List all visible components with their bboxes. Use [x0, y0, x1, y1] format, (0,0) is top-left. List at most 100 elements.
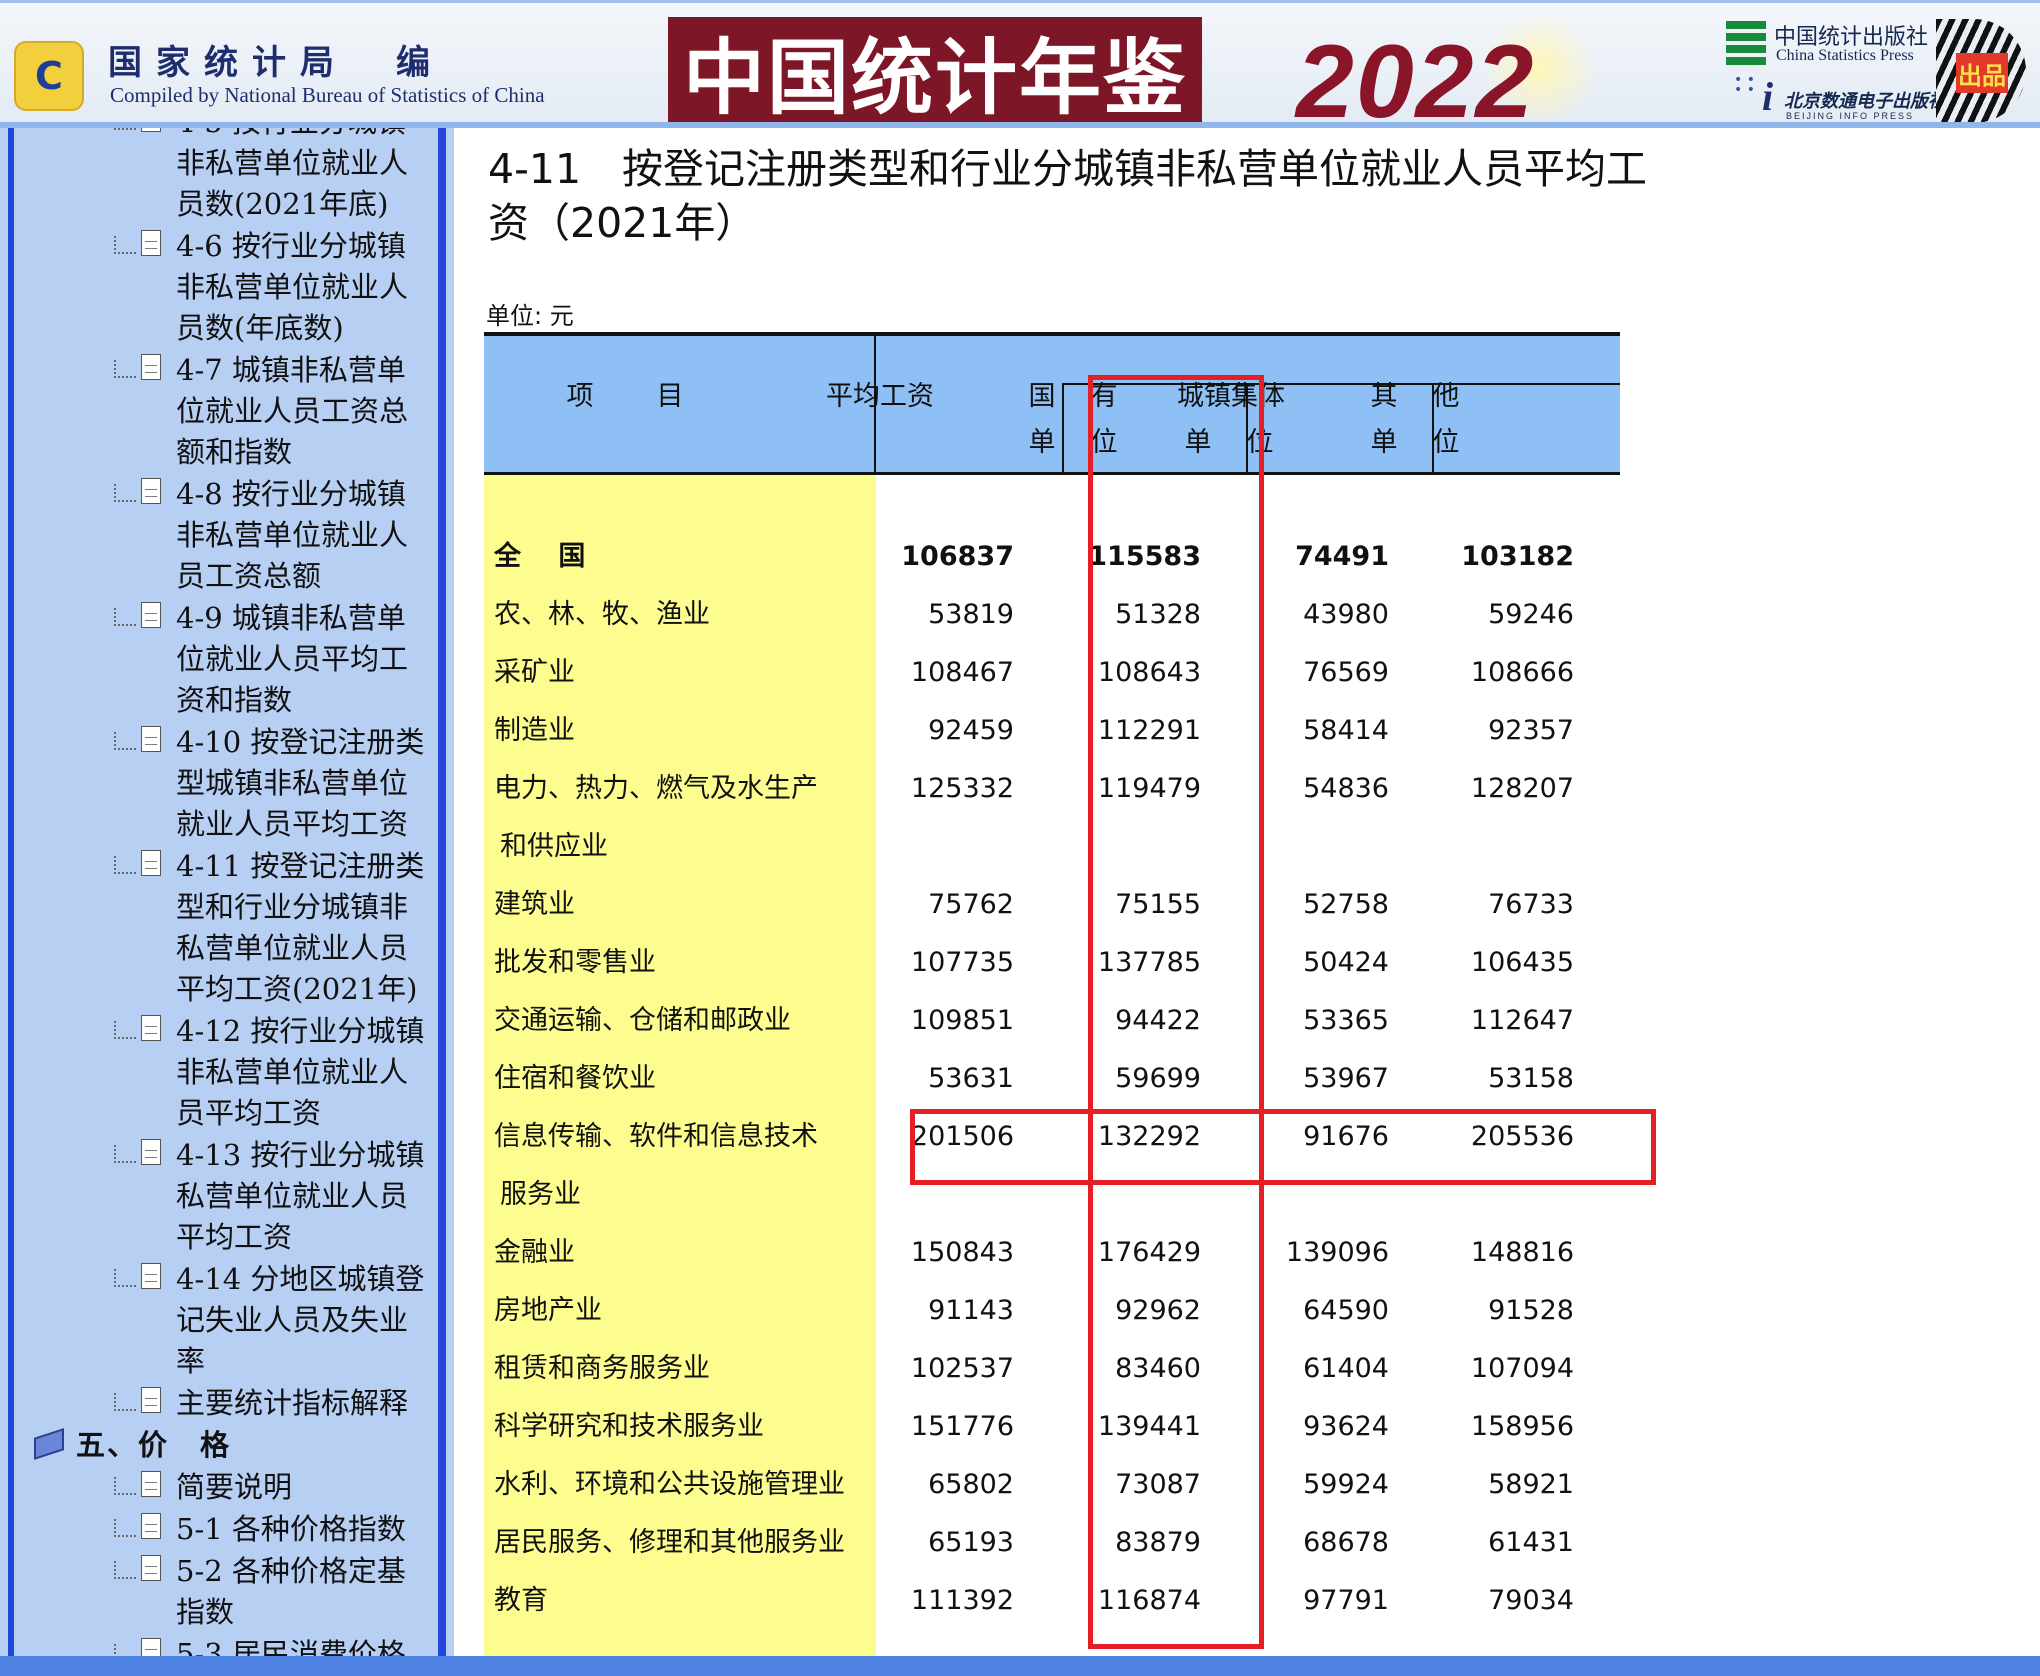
- row-label: 信息传输、软件和信息技术: [494, 1121, 818, 1152]
- publisher-english: Compiled by National Bureau of Statistic…: [110, 83, 545, 107]
- document-icon: [141, 1015, 161, 1041]
- sidebar-item[interactable]: 简要说明: [0, 1467, 438, 1508]
- sidebar-item[interactable]: 4-9 城镇非私营单位就业人员平均工资和指数: [0, 598, 438, 721]
- sidebar-nav[interactable]: 4-5 按行业分城镇非私营单位就业人员数(2021年底)4-6 按行业分城镇非私…: [0, 128, 454, 1656]
- sidebar-item[interactable]: 4-14 分地区城镇登记失业人员及失业率: [0, 1259, 438, 1382]
- sidebar-item[interactable]: 4-10 按登记注册类型城镇非私营单位就业人员平均工资: [0, 722, 438, 845]
- sidebar-item[interactable]: 5-2 各种价格定基指数: [0, 1551, 438, 1633]
- table-row: 建筑业 75762 75155 52758 76733: [454, 876, 1654, 934]
- wage-cell: 108666: [1470, 657, 1574, 688]
- sidebar-scrollbar[interactable]: [438, 128, 446, 1656]
- table-row: 制造业 92459 112291 58414 92357: [454, 702, 1654, 760]
- document-icon: [141, 128, 161, 132]
- product-badge: 出品: [1956, 53, 2008, 93]
- sidebar-item-label: 5-2 各种价格定基指数: [176, 1554, 406, 1629]
- table-header: 项 目 平均工资 国 有 单 位 城镇集体 单 位 其 他 单 位: [484, 336, 1620, 472]
- tree-connector-icon: [114, 1269, 136, 1287]
- beijing-info-press-icon: i: [1762, 74, 1774, 119]
- bottom-bar: [0, 1656, 2040, 1676]
- page-title: 4-11 按登记注册类型和行业分城镇非私营单位就业人员平均工资（2021年）: [488, 145, 1648, 247]
- header-other-1: 其 他: [1370, 381, 1464, 412]
- tree-connector-icon: [114, 608, 136, 626]
- row-label: 交通运输、仓储和邮政业: [494, 1005, 791, 1036]
- row-label: 居民服务、修理和其他服务业: [494, 1527, 845, 1558]
- table-row: 水利、环境和公共设施管理业 65802 73087 59924 58921: [454, 1456, 1654, 1514]
- wage-cell: 112647: [1470, 1005, 1574, 1036]
- sidebar-item-label: 4-13 按行业分城镇私营单位就业人员平均工资: [176, 1138, 425, 1254]
- header-other-2: 单 位: [1370, 427, 1464, 458]
- sidebar-item[interactable]: 4-6 按行业分城镇非私营单位就业人员数(年底数): [0, 226, 438, 349]
- tree-connector-icon: [114, 484, 136, 502]
- document-icon: [141, 1638, 161, 1656]
- sidebar-item-label: 主要统计指标解释: [176, 1386, 409, 1420]
- document-icon: [141, 354, 161, 380]
- table-row: 教育 111392 116874 97791 79034: [454, 1572, 1654, 1630]
- sidebar-item[interactable]: 4-13 按行业分城镇私营单位就业人员平均工资: [0, 1135, 438, 1258]
- wage-cell: 65802: [928, 1469, 1014, 1500]
- document-icon: [141, 1263, 161, 1289]
- table-row: 房地产业 91143 92962 64590 91528: [454, 1282, 1654, 1340]
- wage-cell: 53158: [1488, 1063, 1574, 1094]
- wage-cell: 150843: [910, 1237, 1014, 1268]
- sidebar-item[interactable]: 4-7 城镇非私营单位就业人员工资总额和指数: [0, 350, 438, 473]
- publisher-name: 国家统计局 编: [108, 43, 444, 83]
- table-row: 交通运输、仓储和邮政业 109851 94422 53365 112647: [454, 992, 1654, 1050]
- document-icon: [141, 1139, 161, 1165]
- tree-connector-icon: [114, 1477, 136, 1495]
- highlight-state-owned-column: [1088, 375, 1264, 1649]
- press2-english: BEIJING INFO PRESS: [1786, 111, 1915, 121]
- table-row: 租赁和商务服务业 102537 83460 61404 107094: [454, 1340, 1654, 1398]
- wage-cell: 65193: [928, 1527, 1014, 1558]
- row-label: 教育: [494, 1585, 548, 1616]
- sidebar-item[interactable]: 5-3 居民消费价格分类指数: [0, 1634, 438, 1656]
- wage-cell: 111392: [910, 1585, 1014, 1616]
- document-icon: [141, 1387, 161, 1413]
- tree-connector-icon: [114, 732, 136, 750]
- wage-cell: 92357: [1488, 715, 1574, 746]
- row-label: 服务业: [500, 1179, 581, 1210]
- sidebar-section[interactable]: 五、价 格: [0, 1425, 438, 1466]
- sidebar-item-label: 4-14 分地区城镇登记失业人员及失业率: [176, 1262, 425, 1378]
- document-icon: [141, 1471, 161, 1497]
- table-row: 批发和零售业 107735 137785 50424 106435: [454, 934, 1654, 992]
- sidebar-item[interactable]: 4-5 按行业分城镇非私营单位就业人员数(2021年底): [0, 128, 438, 225]
- row-label: 批发和零售业: [494, 947, 656, 978]
- table-row: 电力、热力、燃气及水生产 125332 119479 54836 128207: [454, 760, 1654, 818]
- row-label: 房地产业: [494, 1295, 602, 1326]
- row-label: 水利、环境和公共设施管理业: [494, 1469, 845, 1500]
- tree-connector-icon: [114, 360, 136, 378]
- sidebar-item-label: 4-10 按登记注册类型城镇非私营单位就业人员平均工资: [176, 725, 425, 841]
- yearbook-title: 中国统计年鉴: [668, 17, 1202, 122]
- row-label: 电力、热力、燃气及水生产: [494, 773, 818, 804]
- wage-cell: 107735: [910, 947, 1014, 978]
- row-label: 金融业: [494, 1237, 575, 1268]
- sidebar-item[interactable]: 4-12 按行业分城镇非私营单位就业人员平均工资: [0, 1011, 438, 1134]
- unit-label: 单位: 元: [486, 302, 574, 330]
- sidebar-item[interactable]: 4-11 按登记注册类型和行业分城镇非私营单位就业人员平均工资(2021年): [0, 846, 438, 1010]
- sidebar-item-label: 4-7 城镇非私营单位就业人员工资总额和指数: [176, 353, 409, 469]
- tree-connector-icon: [114, 1561, 136, 1579]
- wage-cell: 58921: [1488, 1469, 1574, 1500]
- sidebar-item-label: 5-1 各种价格指数: [176, 1512, 406, 1546]
- sidebar-item[interactable]: 4-8 按行业分城镇非私营单位就业人员工资总额: [0, 474, 438, 597]
- press-logos: 中国统计出版社 China Statistics Press • • • • i …: [1720, 13, 2038, 122]
- wage-cell: 125332: [910, 773, 1014, 804]
- table-row: 和供应业: [454, 818, 1654, 876]
- yearbook-banner: C 国家统计局 编 Compiled by National Bureau of…: [0, 0, 2040, 128]
- wage-cell: 108467: [910, 657, 1014, 688]
- tree-connector-icon: [114, 1519, 136, 1537]
- table-row: 住宿和餐饮业 53631 59699 53967 53158: [454, 1050, 1654, 1108]
- table-row: 采矿业 108467 108643 76569 108666: [454, 644, 1654, 702]
- row-label: 农、林、牧、渔业: [494, 599, 710, 630]
- wage-cell: 79034: [1488, 1585, 1574, 1616]
- sidebar-item[interactable]: 5-1 各种价格指数: [0, 1509, 438, 1550]
- wage-cell: 103182: [1461, 541, 1574, 572]
- sidebar-tree: 4-5 按行业分城镇非私营单位就业人员数(2021年底)4-6 按行业分城镇非私…: [0, 128, 438, 1656]
- sidebar-item-label: 4-5 按行业分城镇非私营单位就业人员数(2021年底): [176, 128, 409, 221]
- sidebar-item[interactable]: 主要统计指标解释: [0, 1383, 438, 1424]
- tree-connector-icon: [114, 1021, 136, 1039]
- header-item: 项 目: [566, 381, 702, 412]
- wage-cell: 102537: [910, 1353, 1014, 1384]
- press1-english: China Statistics Press: [1776, 47, 1914, 64]
- wage-cell: 106435: [1470, 947, 1574, 978]
